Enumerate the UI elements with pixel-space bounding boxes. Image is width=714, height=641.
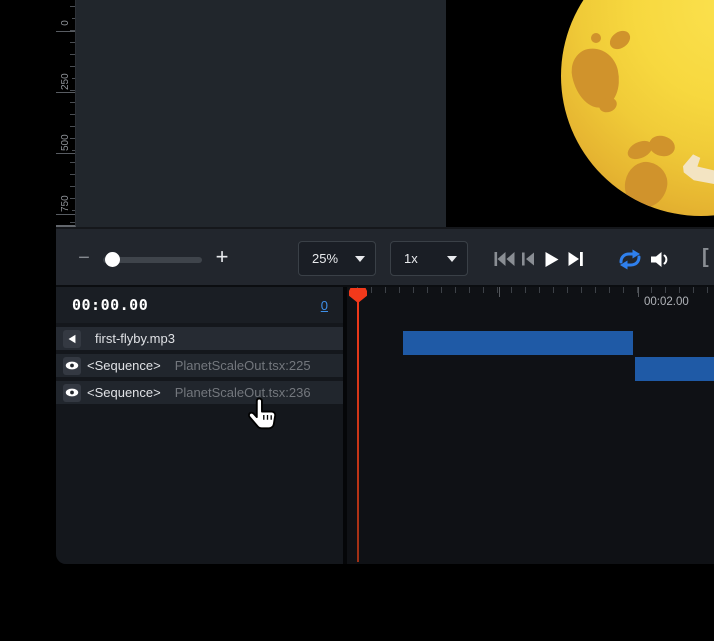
ruler-label-0: 0	[60, 17, 72, 29]
track-label: first-flyby.mp3	[95, 331, 175, 346]
timeline-panel: 00:00.00 0 first-flyby.mp3	[56, 285, 714, 564]
skip-to-end-icon	[567, 251, 584, 267]
ruler-label-250: 250	[60, 78, 72, 90]
loop-icon	[616, 248, 644, 271]
current-timecode: 00:00.00	[72, 296, 148, 314]
jump-to-start-button[interactable]	[494, 251, 515, 267]
jump-to-end-button[interactable]	[567, 251, 584, 267]
timeline-ruler-ticks[interactable]	[357, 287, 714, 293]
timeline-clip-audio[interactable]	[403, 331, 633, 355]
track-label: <Sequence>	[87, 385, 161, 400]
audio-mute-button[interactable]	[63, 330, 81, 348]
zoom-out-button[interactable]: −	[72, 247, 96, 271]
ruler-major-line	[56, 214, 75, 215]
ruler-major-line	[56, 31, 75, 32]
timeline-tracks-area[interactable]: 00:02.00	[347, 287, 714, 564]
visibility-toggle[interactable]	[63, 384, 81, 402]
ruler-major-line	[56, 153, 75, 154]
visibility-toggle[interactable]	[63, 357, 81, 375]
crater	[591, 33, 601, 43]
playback-rate-value: 1x	[404, 251, 418, 266]
hand-cursor-icon	[247, 397, 279, 434]
timeline-header: 00:00.00 0	[56, 287, 343, 323]
playback-toolbar: − + 25% 1x	[56, 227, 714, 285]
speaker-icon	[66, 333, 78, 345]
timeline-clip-sequence[interactable]	[635, 357, 714, 381]
eye-icon	[65, 360, 79, 371]
planet-decoration	[683, 150, 714, 186]
canvas-outside-area	[76, 0, 446, 227]
crater	[647, 133, 677, 159]
video-frame	[446, 0, 714, 227]
skip-to-start-icon	[494, 251, 515, 267]
current-frame-link[interactable]: 0	[321, 298, 328, 313]
canvas-zoom-value: 25%	[312, 251, 338, 266]
play-button[interactable]	[543, 251, 560, 268]
ruler-ticks	[70, 6, 75, 225]
ruler-label-500: 500	[60, 139, 72, 151]
slider-knob[interactable]	[105, 252, 120, 267]
ruler-label-750: 750	[60, 200, 72, 212]
previous-frame-icon	[521, 251, 535, 267]
track-source: PlanetScaleOut.tsx:236	[175, 385, 311, 400]
planet-illustration	[561, 0, 714, 216]
track-list: 00:00.00 0 first-flyby.mp3	[56, 287, 343, 564]
zoom-in-button[interactable]: +	[210, 245, 234, 269]
track-label: <Sequence>	[87, 358, 161, 373]
playback-rate-dropdown[interactable]: 1x	[390, 241, 468, 276]
timeline-major-tick	[638, 287, 639, 297]
timeline-ruler-label: 00:02.00	[644, 296, 689, 308]
track-row-audio[interactable]: first-flyby.mp3	[56, 327, 343, 350]
studio-window: 0 250 500 750 − + 25%	[56, 0, 714, 564]
loop-toggle-button[interactable]	[616, 248, 644, 271]
eye-icon	[65, 387, 79, 398]
track-source: PlanetScaleOut.tsx:225	[175, 358, 311, 373]
playhead-handle[interactable]	[349, 288, 367, 303]
volume-icon	[649, 250, 671, 269]
playhead-line	[357, 300, 359, 562]
track-row-sequence-2[interactable]: <Sequence> PlanetScaleOut.tsx:236	[56, 381, 343, 404]
crater	[606, 27, 633, 53]
ruler-major-line	[56, 92, 75, 93]
preview-canvas: 0 250 500 750	[56, 0, 714, 227]
vertical-ruler: 0 250 500 750	[56, 0, 76, 227]
canvas-zoom-dropdown[interactable]: 25%	[298, 241, 376, 276]
previous-frame-button[interactable]	[521, 251, 535, 267]
chevron-down-icon	[447, 256, 457, 262]
chevron-down-icon	[355, 256, 365, 262]
in-point-button[interactable]: [	[702, 246, 709, 269]
volume-button[interactable]	[649, 250, 671, 269]
play-icon	[543, 251, 560, 268]
timeline-major-tick	[499, 287, 500, 297]
track-row-sequence-1[interactable]: <Sequence> PlanetScaleOut.tsx:225	[56, 354, 343, 377]
crater	[621, 159, 670, 212]
